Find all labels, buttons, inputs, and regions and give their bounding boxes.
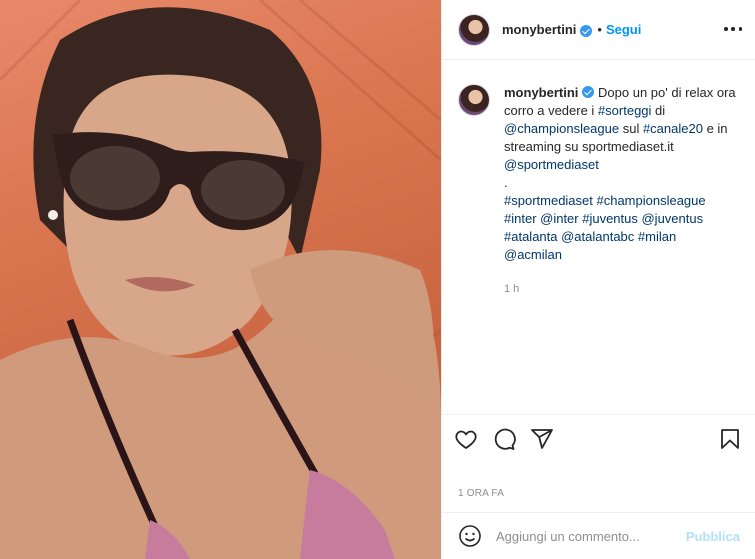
avatar[interactable]	[458, 13, 490, 46]
username-link[interactable]: monybertini	[502, 22, 576, 37]
hashtag-link[interactable]: #sorteggi	[598, 103, 651, 118]
post-timestamp[interactable]: 1 ORA FA	[458, 488, 504, 499]
comment-bar: Pubblica	[442, 512, 755, 559]
bookmark-icon[interactable]	[718, 427, 742, 451]
instagram-post: monybertini • Segui monybertini Dopo un …	[0, 0, 755, 559]
verified-badge-icon	[580, 24, 593, 37]
separator-dot: •	[597, 22, 602, 37]
mention-link[interactable]: @acmilan	[504, 247, 562, 262]
mention-link[interactable]: @sportmediaset	[504, 157, 599, 172]
publish-button[interactable]: Pubblica	[686, 529, 740, 544]
verified-badge-icon	[582, 86, 595, 98]
caption-text: sul	[619, 121, 643, 136]
hashtag-link[interactable]: #canale20	[643, 121, 703, 136]
emoji-icon[interactable]	[458, 524, 482, 548]
share-icon[interactable]	[530, 427, 554, 451]
caption-username[interactable]: monybertini	[504, 85, 578, 100]
caption: monybertini Dopo un po' di relax ora cor…	[458, 84, 748, 298]
mention-link[interactable]: @championsleague	[504, 121, 619, 136]
caption-time[interactable]: 1 h	[504, 280, 748, 298]
post-photo[interactable]	[0, 0, 441, 559]
selfie-illustration	[0, 0, 441, 559]
caption-avatar[interactable]	[458, 84, 490, 116]
hashtag-link[interactable]: #inter @inter #juventus @juventus	[504, 211, 703, 226]
action-bar	[442, 414, 755, 462]
heart-icon[interactable]	[454, 427, 478, 451]
caption-separator: .	[504, 175, 508, 190]
post-sidebar: monybertini • Segui monybertini Dopo un …	[441, 0, 755, 559]
comment-icon[interactable]	[492, 427, 516, 451]
more-horizontal-icon[interactable]	[724, 22, 742, 36]
follow-button[interactable]: Segui	[606, 22, 641, 37]
caption-body: monybertini Dopo un po' di relax ora cor…	[504, 84, 748, 298]
hashtag-link[interactable]: #sportmediaset #championsleague	[504, 193, 706, 208]
hashtag-link[interactable]: #atalanta @atalantabc #milan	[504, 229, 676, 244]
caption-text: di	[651, 103, 666, 118]
comment-input[interactable]	[496, 528, 686, 544]
post-header: monybertini • Segui	[442, 0, 755, 60]
